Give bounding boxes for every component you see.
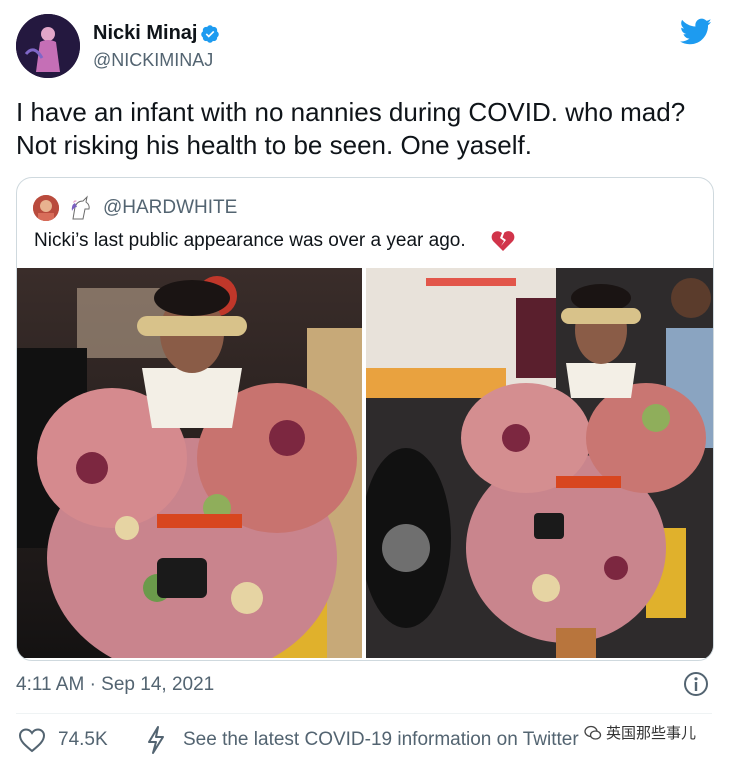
quoted-tweet-card[interactable]: @HARDWHITE Nicki’s last public appearanc… xyxy=(16,177,714,661)
wechat-icon xyxy=(584,725,602,740)
covid-info-link[interactable]: See the latest COVID-19 information on T… xyxy=(183,729,579,751)
like-count[interactable]: 74.5K xyxy=(58,729,108,751)
lightning-bolt-icon xyxy=(148,726,164,754)
quoted-photo-1[interactable] xyxy=(17,268,362,658)
quoted-handle[interactable]: @HARDWHITE xyxy=(103,197,237,219)
verified-badge-icon xyxy=(201,25,219,43)
info-icon[interactable] xyxy=(683,671,709,697)
quoted-photo-2[interactable] xyxy=(366,268,713,658)
tweet-timestamp[interactable]: 4:11 AM · Sep 14, 2021 xyxy=(16,674,214,696)
tweet-text: I have an infant with no nannies during … xyxy=(16,97,686,160)
quoted-avatar xyxy=(33,195,59,221)
broken-heart-icon xyxy=(491,231,515,251)
author-avatar[interactable] xyxy=(16,14,80,78)
quoted-text: Nicki’s last public appearance was over … xyxy=(34,230,466,251)
unicorn-icon xyxy=(71,195,90,220)
watermark-text: 英国那些事儿 xyxy=(606,725,697,742)
author-handle[interactable]: @NICKIMINAJ xyxy=(93,50,213,71)
author-name[interactable]: Nicki Minaj xyxy=(93,22,197,45)
twitter-bird-icon[interactable] xyxy=(680,18,712,46)
footer-divider xyxy=(16,713,712,714)
heart-icon[interactable] xyxy=(18,727,46,753)
watermark: 英国那些事儿 xyxy=(584,722,696,743)
